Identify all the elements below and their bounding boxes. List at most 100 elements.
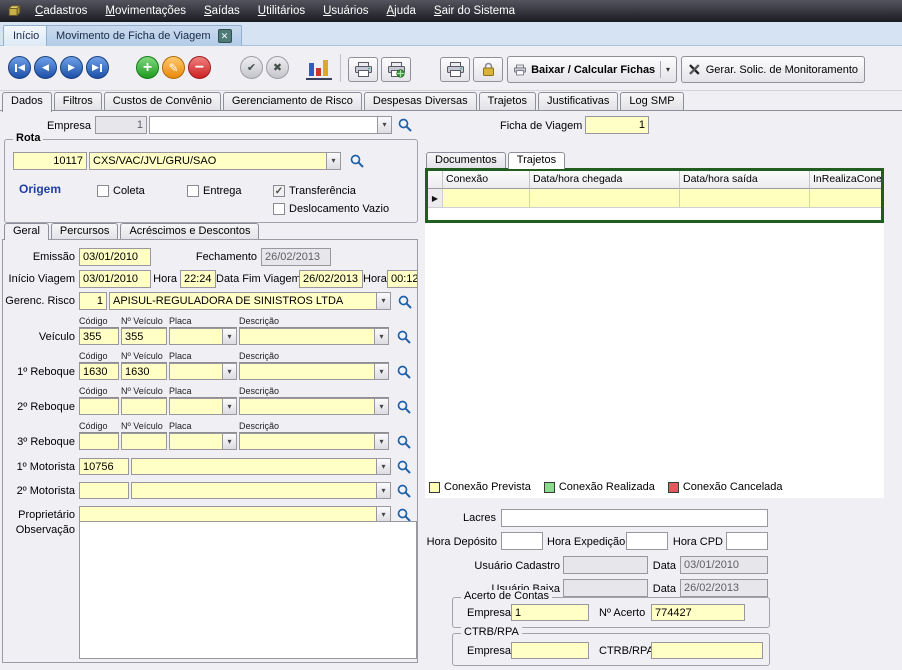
reboque2-search-button[interactable] <box>393 396 414 417</box>
confirm-button[interactable]: ✔ <box>240 56 263 79</box>
hora-fim-field[interactable]: 00:12 <box>387 270 418 288</box>
cell-inrealizaconex[interactable] <box>810 189 881 208</box>
empresa-combo[interactable]: ▾ <box>149 116 392 134</box>
chart-button[interactable] <box>306 58 332 80</box>
veiculo-descricao-combo[interactable]: ▾ <box>239 328 389 345</box>
cell-chegada[interactable] <box>530 189 680 208</box>
menu-movimentacoes[interactable]: Movimentações <box>96 0 195 22</box>
ficha-viagem-field[interactable]: 1 <box>585 116 649 134</box>
tab-acrescimos-descontos[interactable]: Acréscimos e Descontos <box>120 223 259 239</box>
menu-cadastros[interactable]: Cadastros <box>26 0 96 22</box>
hora-expedicao-field[interactable] <box>626 532 668 550</box>
veiculo-codigo-field[interactable]: 355 <box>79 328 119 345</box>
reboque3-placa-combo[interactable]: ▾ <box>169 433 237 450</box>
rota-combo[interactable]: CXS/VAC/JVL/GRU/SAO▾ <box>89 152 341 170</box>
chevron-down-icon[interactable]: ▾ <box>374 364 388 379</box>
chevron-down-icon[interactable]: ▾ <box>374 329 388 344</box>
tab-justificativas[interactable]: Justificativas <box>538 92 618 110</box>
reboque3-descricao-combo[interactable]: ▾ <box>239 433 389 450</box>
chevron-down-icon[interactable]: ▾ <box>376 507 390 522</box>
menu-ajuda[interactable]: Ajuda <box>377 0 424 22</box>
reboque3-numero-field[interactable] <box>121 433 167 450</box>
last-record-button[interactable]: ▶ <box>86 56 109 79</box>
checkbox-coleta[interactable] <box>97 185 109 197</box>
tab-filtros[interactable]: Filtros <box>54 92 102 110</box>
tab-log-smp[interactable]: Log SMP <box>620 92 683 110</box>
inicio-viagem-field[interactable]: 03/01/2010 <box>79 270 151 288</box>
print-secondary-button[interactable] <box>440 57 470 82</box>
motorista1-search-button[interactable] <box>393 456 414 477</box>
chevron-down-icon[interactable]: ▾ <box>326 153 340 169</box>
chevron-down-icon[interactable]: ▾ <box>376 483 390 498</box>
reboque1-search-button[interactable] <box>393 361 414 382</box>
reboque2-codigo-field[interactable] <box>79 398 119 415</box>
reboque1-codigo-field[interactable]: 1630 <box>79 363 119 380</box>
menu-saidas[interactable]: Saídas <box>195 0 249 22</box>
tab-inicio[interactable]: Início <box>3 25 49 46</box>
empresa-search-button[interactable] <box>394 114 415 135</box>
tab-trajetos-main[interactable]: Trajetos <box>479 92 536 110</box>
motorista1-combo[interactable]: ▾ <box>131 458 391 475</box>
observacao-textarea[interactable] <box>79 521 417 659</box>
tab-documentos[interactable]: Documentos <box>426 152 506 168</box>
chevron-down-icon[interactable]: ▾ <box>377 117 391 133</box>
tab-dados[interactable]: Dados <box>2 92 52 112</box>
motorista2-search-button[interactable] <box>393 480 414 501</box>
gerenc-risco-combo[interactable]: APISUL-REGULADORA DE SINISTROS LTDA▾ <box>109 292 391 310</box>
add-button[interactable]: + <box>136 56 159 79</box>
gerenc-risco-search-button[interactable] <box>394 291 415 312</box>
chevron-down-icon[interactable]: ▾ <box>222 329 236 344</box>
next-record-button[interactable]: ▶ <box>60 56 83 79</box>
column-inrealizaconex[interactable]: InRealizaConex <box>810 171 881 189</box>
reboque1-placa-combo[interactable]: ▾ <box>169 363 237 380</box>
motorista1-codigo-field[interactable]: 10756 <box>79 458 129 475</box>
ctrb-rpa-field[interactable] <box>651 642 763 659</box>
chevron-down-icon[interactable]: ▾ <box>376 293 390 309</box>
hora-inicio-field[interactable]: 22:24 <box>180 270 216 288</box>
print-export-button[interactable] <box>381 57 411 82</box>
security-button[interactable] <box>473 57 503 82</box>
baixar-calcular-button[interactable]: Baixar / Calcular Fichas ▾ <box>507 56 677 83</box>
gerenc-risco-codigo-field[interactable]: 1 <box>79 292 107 310</box>
tab-movimento-ficha-viagem[interactable]: Movimento de Ficha de Viagem ✕ <box>46 25 242 46</box>
tab-custos-convenio[interactable]: Custos de Convênio <box>104 92 221 110</box>
reboque2-descricao-combo[interactable]: ▾ <box>239 398 389 415</box>
menu-utilitarios[interactable]: Utilitários <box>249 0 314 22</box>
cell-conexao[interactable] <box>443 189 530 208</box>
chevron-down-icon[interactable]: ▾ <box>374 399 388 414</box>
ctrb-empresa-field[interactable] <box>511 642 589 659</box>
tab-gerenciamento-risco[interactable]: Gerenciamento de Risco <box>223 92 362 110</box>
chevron-down-icon[interactable]: ▾ <box>222 434 236 449</box>
close-icon[interactable]: ✕ <box>218 29 232 43</box>
reboque1-numero-field[interactable]: 1630 <box>121 363 167 380</box>
motorista2-combo[interactable]: ▾ <box>131 482 391 499</box>
tab-despesas-diversas[interactable]: Despesas Diversas <box>364 92 477 110</box>
acerto-numero-field[interactable]: 774427 <box>651 604 745 621</box>
hora-cpd-field[interactable] <box>726 532 768 550</box>
chevron-down-icon[interactable]: ▾ <box>376 459 390 474</box>
menu-usuarios[interactable]: Usuários <box>314 0 377 22</box>
previous-record-button[interactable]: ◀ <box>34 56 57 79</box>
cancel-button[interactable]: ✖ <box>266 56 289 79</box>
veiculo-placa-combo[interactable]: ▾ <box>169 328 237 345</box>
column-data-hora-saida[interactable]: Data/hora saída <box>680 171 810 189</box>
chevron-down-icon[interactable]: ▾ <box>374 434 388 449</box>
hora-deposito-field[interactable] <box>501 532 543 550</box>
grid-row[interactable]: ▶ <box>428 189 881 208</box>
print-button[interactable] <box>348 57 378 82</box>
delete-button[interactable]: − <box>188 56 211 79</box>
chevron-down-icon[interactable]: ▾ <box>222 364 236 379</box>
rota-search-button[interactable] <box>346 150 367 171</box>
lacres-field[interactable] <box>501 509 768 527</box>
column-conexao[interactable]: Conexão <box>443 171 530 189</box>
chevron-down-icon[interactable]: ▾ <box>666 65 670 74</box>
rota-codigo-field[interactable]: 10117 <box>13 152 87 170</box>
tab-trajetos[interactable]: Trajetos <box>508 152 565 169</box>
motorista2-codigo-field[interactable] <box>79 482 129 499</box>
reboque3-search-button[interactable] <box>393 431 414 452</box>
first-record-button[interactable]: ◀ <box>8 56 31 79</box>
emissao-field[interactable]: 03/01/2010 <box>79 248 151 266</box>
reboque3-codigo-field[interactable] <box>79 433 119 450</box>
cell-saida[interactable] <box>680 189 810 208</box>
gerar-monitoramento-button[interactable]: Gerar. Solic. de Monitoramento <box>681 56 865 83</box>
